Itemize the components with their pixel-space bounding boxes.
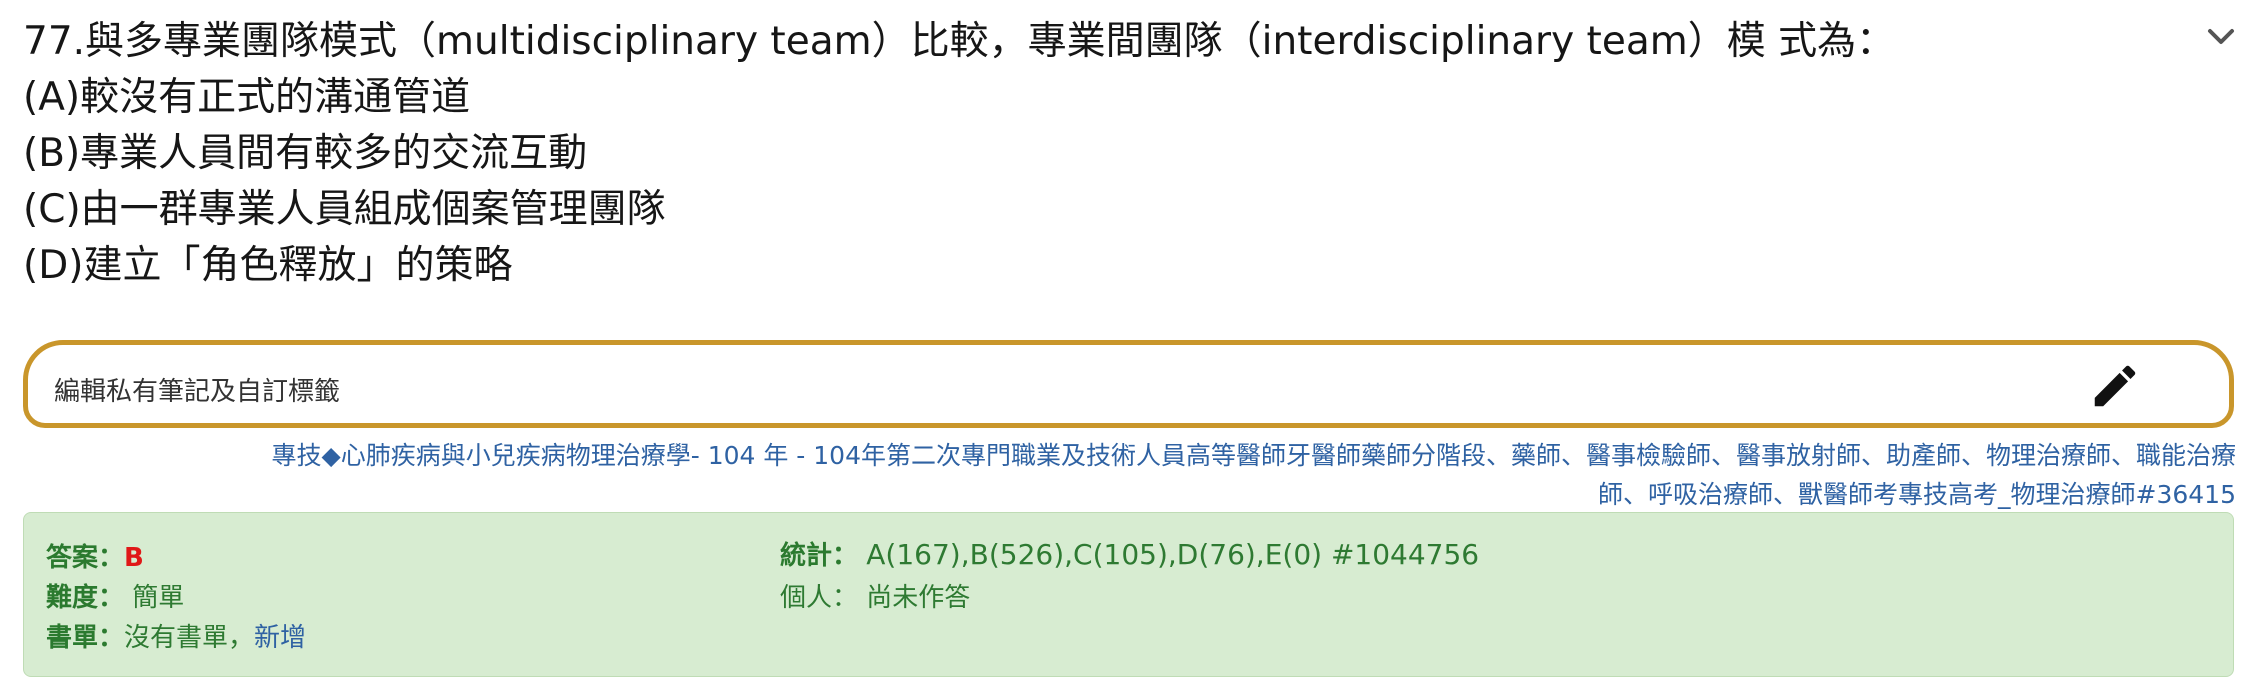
personal-label: 個人： [780, 583, 859, 613]
source-line-2[interactable]: 師、呼吸治療師、獸醫師考專技高考_物理治療師#36415 [40, 475, 2236, 514]
booklist-label: 書單： [46, 623, 125, 653]
source-line-1[interactable]: 專技◆心肺疾病與小兒疾病物理治療學- 104 年 - 104年第二次專門職業及技… [40, 436, 2237, 475]
exam-source-link[interactable]: 專技◆心肺疾病與小兒疾病物理治療學- 104 年 - 104年第二次專門職業及技… [40, 436, 2237, 514]
chevron-down-icon[interactable] [2206, 22, 2236, 52]
option-d: (D)建立「角色釋放」的策略 [23, 243, 513, 288]
option-a: (A)較沒有正式的溝通管道 [23, 75, 471, 120]
option-b: (B)專業人員間有較多的交流互動 [23, 131, 588, 176]
add-booklist-link[interactable]: 新增 [254, 623, 306, 653]
stats-value: A(167),B(526),C(105),D(76),E(0) #1044756 [866, 538, 1480, 571]
pencil-icon[interactable] [2088, 359, 2142, 413]
question-stem: 77.與多專業團隊模式（multidisciplinary team）比較，專業… [23, 19, 1896, 64]
personal-value: 尚未作答 [866, 583, 971, 613]
difficulty-value: 簡單 [132, 583, 185, 613]
question-block: 77.與多專業團隊模式（multidisciplinary team）比較，專業… [23, 14, 2173, 294]
answer-panel: 答案：B 難度： 簡單 書單：沒有書單，新增 統計： A(167),B(526)… [23, 512, 2234, 677]
stats-label: 統計： [780, 541, 859, 571]
difficulty-label: 難度： [46, 583, 125, 613]
answer-label: 答案： [46, 543, 125, 573]
note-label: 編輯私有筆記及自訂標籤 [54, 377, 341, 407]
private-note-editor[interactable]: 編輯私有筆記及自訂標籤 [23, 340, 2234, 428]
answer-value: B [124, 543, 144, 573]
booklist-value: 沒有書單， [124, 623, 255, 653]
option-c: (C)由一群專業人員組成個案管理團隊 [23, 187, 666, 232]
